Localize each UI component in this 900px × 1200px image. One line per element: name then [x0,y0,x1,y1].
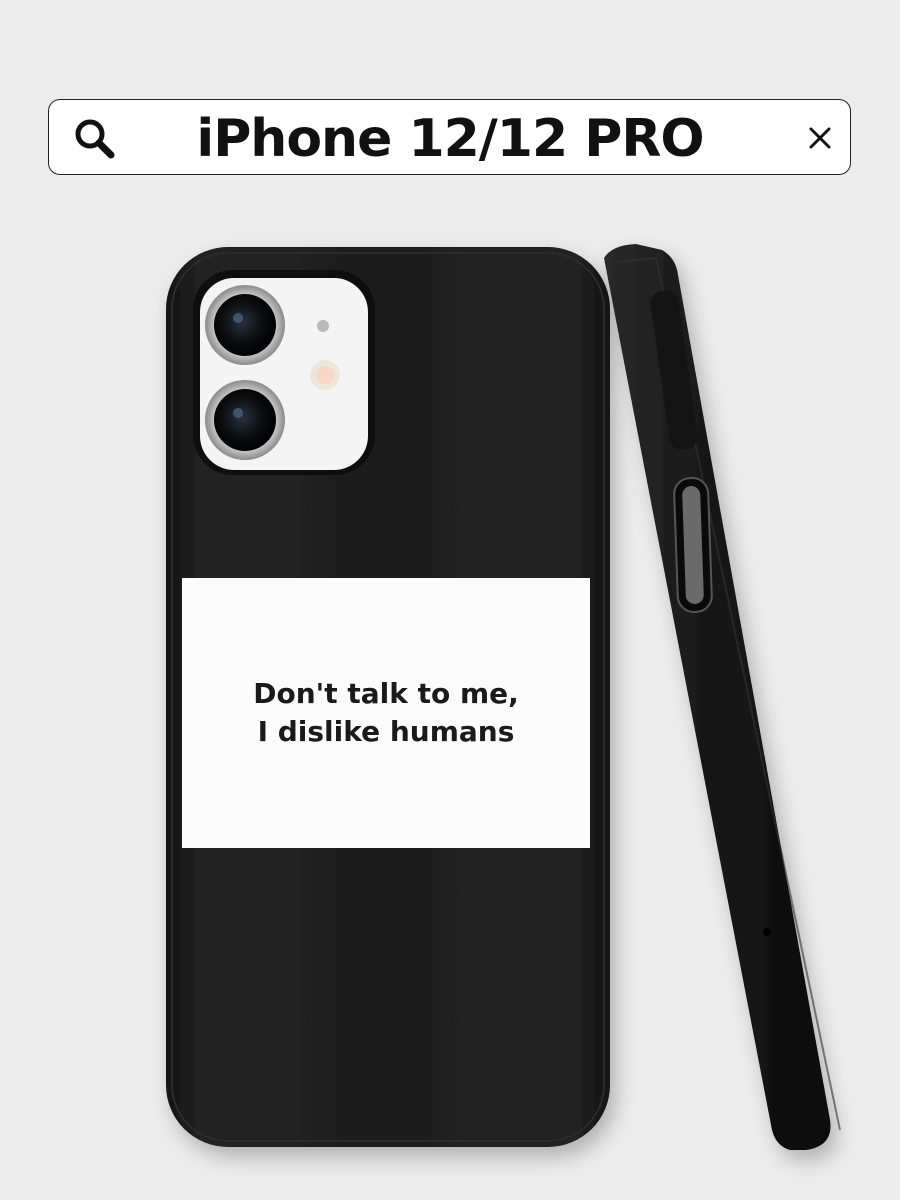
case-print-panel: Don't talk to me, I dislike humans [182,578,590,848]
case-print-line-1: Don't talk to me, [253,677,519,710]
case-print-text: Don't talk to me, I dislike humans [253,675,519,751]
close-icon[interactable] [800,118,840,158]
search-query[interactable]: iPhone 12/12 PRO [130,104,770,174]
search-icon[interactable] [72,116,116,160]
camera-module [193,270,375,475]
phone-case-side [604,244,841,1150]
case-print-line-2: I dislike humans [257,715,515,748]
